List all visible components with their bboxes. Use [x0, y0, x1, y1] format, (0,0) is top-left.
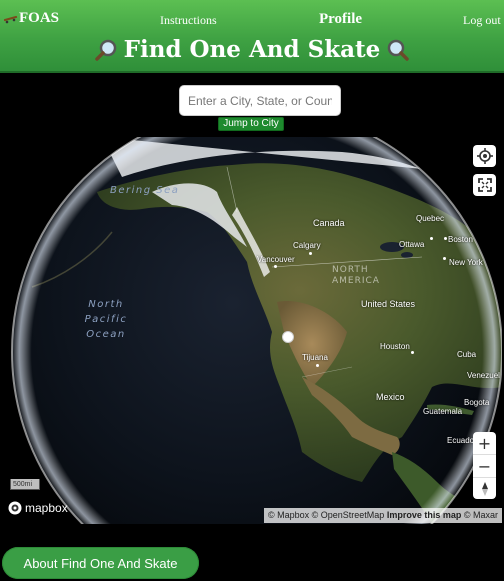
improve-map-link[interactable]: Improve this map — [387, 510, 462, 520]
skateboard-icon — [4, 15, 18, 23]
city-dot — [316, 364, 319, 367]
city-search[interactable] — [179, 85, 341, 116]
compass-button[interactable] — [473, 478, 496, 499]
map-label-new-york: New York — [449, 258, 483, 267]
attribution-maxar-link[interactable]: © Maxar — [464, 510, 498, 520]
title-text: Find One And Skate — [123, 36, 381, 63]
map-label-canada: Canada — [313, 218, 345, 228]
brand-link[interactable]: FOAS — [4, 10, 59, 27]
map-label-bogota: Bogota — [464, 398, 490, 407]
map-label-north-pacific: North Pacific Ocean — [84, 299, 128, 340]
zoom-out-button[interactable]: − — [473, 455, 496, 478]
city-search-input[interactable] — [180, 86, 340, 115]
brand-label: FOAS — [19, 10, 60, 26]
map-label-ottawa: Ottawa — [399, 240, 425, 249]
map-label-calgary: Calgary — [293, 241, 321, 250]
map-label-houston: Houston — [380, 342, 410, 351]
map-attribution: © Mapbox © OpenStreetMap Improve this ma… — [263, 508, 502, 523]
map-label-united-states: United States — [361, 299, 416, 309]
fullscreen-button[interactable] — [473, 174, 496, 196]
map-view[interactable]: Bering Sea North Pacific Ocean NORTH AME… — [2, 137, 502, 524]
map-label-vancouver: Vancouver — [257, 255, 295, 264]
compass-icon — [481, 482, 488, 496]
geolocate-button[interactable] — [473, 145, 496, 167]
city-dot — [309, 252, 312, 255]
map-label-bering-sea: Bering Sea — [110, 185, 180, 196]
attribution-mapbox-link[interactable]: © Mapbox — [268, 510, 309, 520]
map-label-guatemala: Guatemala — [423, 407, 463, 416]
attribution-osm-link[interactable]: © OpenStreetMap — [312, 510, 385, 520]
scale-bar: 500mi — [10, 479, 40, 490]
map-label-tijuana: Tijuana — [302, 353, 328, 362]
zoom-controls: + − — [473, 432, 496, 499]
nav-instructions[interactable]: Instructions — [160, 13, 217, 28]
nav-logout[interactable]: Log out — [463, 13, 501, 28]
map-label-mexico: Mexico — [376, 392, 405, 402]
map-label-north-america: NORTH AMERICA — [332, 265, 380, 286]
city-dot — [444, 237, 447, 240]
nav-profile[interactable]: Profile — [319, 11, 362, 28]
magnifier-icon — [94, 39, 116, 61]
city-dot — [430, 237, 433, 240]
map-label-venezuela: Venezuel — [467, 371, 500, 380]
geolocate-icon — [476, 148, 493, 164]
site-header: FOAS Instructions Profile Log out Find O… — [0, 0, 504, 73]
city-dot — [411, 351, 414, 354]
jump-to-city-button[interactable]: Jump to City — [218, 117, 284, 131]
city-dot — [274, 265, 277, 268]
mapbox-icon — [8, 501, 22, 515]
location-marker — [282, 331, 294, 343]
about-button[interactable]: About Find One And Skate — [2, 547, 199, 579]
map-label-boston: Boston — [448, 235, 473, 244]
city-dot — [443, 257, 446, 260]
mapbox-logo-text: mapbox — [25, 501, 68, 515]
magnifier-icon — [388, 39, 410, 61]
map-label-ecuador: Ecuado — [447, 436, 475, 445]
zoom-in-button[interactable]: + — [473, 432, 496, 455]
page-title: Find One And Skate — [0, 36, 504, 63]
mapbox-logo[interactable]: mapbox — [8, 501, 68, 515]
fullscreen-icon — [477, 178, 492, 192]
map-label-cuba: Cuba — [457, 350, 477, 359]
map-label-quebec: Quebec — [416, 214, 445, 223]
